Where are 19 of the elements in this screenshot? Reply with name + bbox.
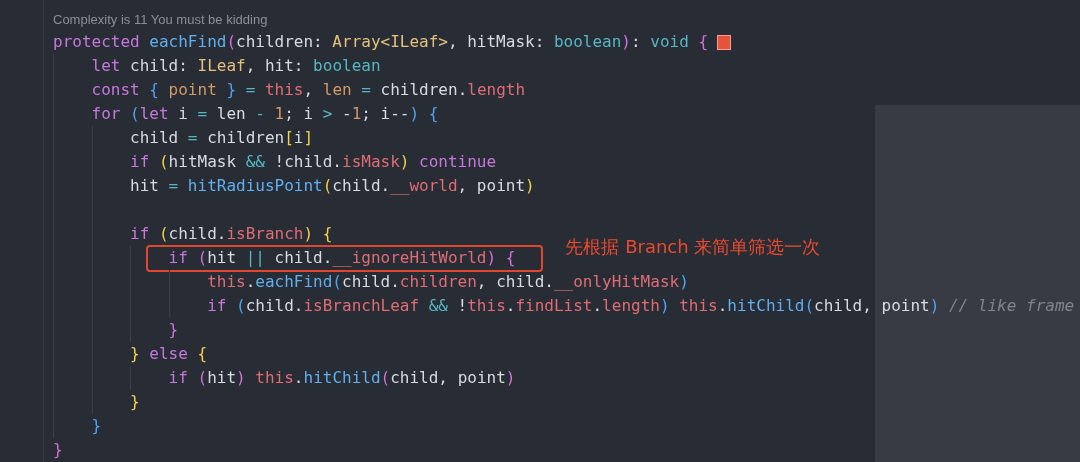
- code-line: const { point } = this, len = children.length: [91, 79, 526, 101]
- codelens-hint: Complexity is 11 You must be kidding: [53, 11, 268, 29]
- code-line: protected eachFind(children: Array<ILeaf>, hitMask: boolean): void {: [53, 31, 709, 53]
- code-line: let child: ILeaf, hit: boolean: [91, 55, 381, 77]
- code-line: if (child.isBranchLeaf && !this.findList.length) this.hitChild(child, point) // like frame: [207, 295, 1075, 317]
- code-line: if (hit || child.__ignoreHitWorld) {: [168, 247, 516, 269]
- code-line: for (let i = len - 1; i > -1; i--) {: [91, 103, 439, 125]
- code-line: }: [130, 391, 140, 413]
- code-line: if (hit) this.hitChild(child, point): [168, 367, 516, 389]
- code-line: }: [53, 439, 63, 461]
- code-line: } else {: [130, 343, 208, 365]
- code-line: hit = hitRadiusPoint(child.__world, point): [130, 175, 535, 197]
- code-line: }: [168, 319, 179, 341]
- code-line: this.eachFind(child.children, child.__onlyHitMask): [207, 271, 689, 293]
- code-line: if (hitMask && !child.isMask) continue: [130, 151, 497, 173]
- code-line: }: [91, 415, 102, 437]
- annotation-note: 先根据 Branch 来简单筛选一次: [565, 235, 821, 259]
- code-line: child = children[i]: [130, 127, 314, 149]
- code-line: if (child.isBranch) {: [130, 223, 333, 245]
